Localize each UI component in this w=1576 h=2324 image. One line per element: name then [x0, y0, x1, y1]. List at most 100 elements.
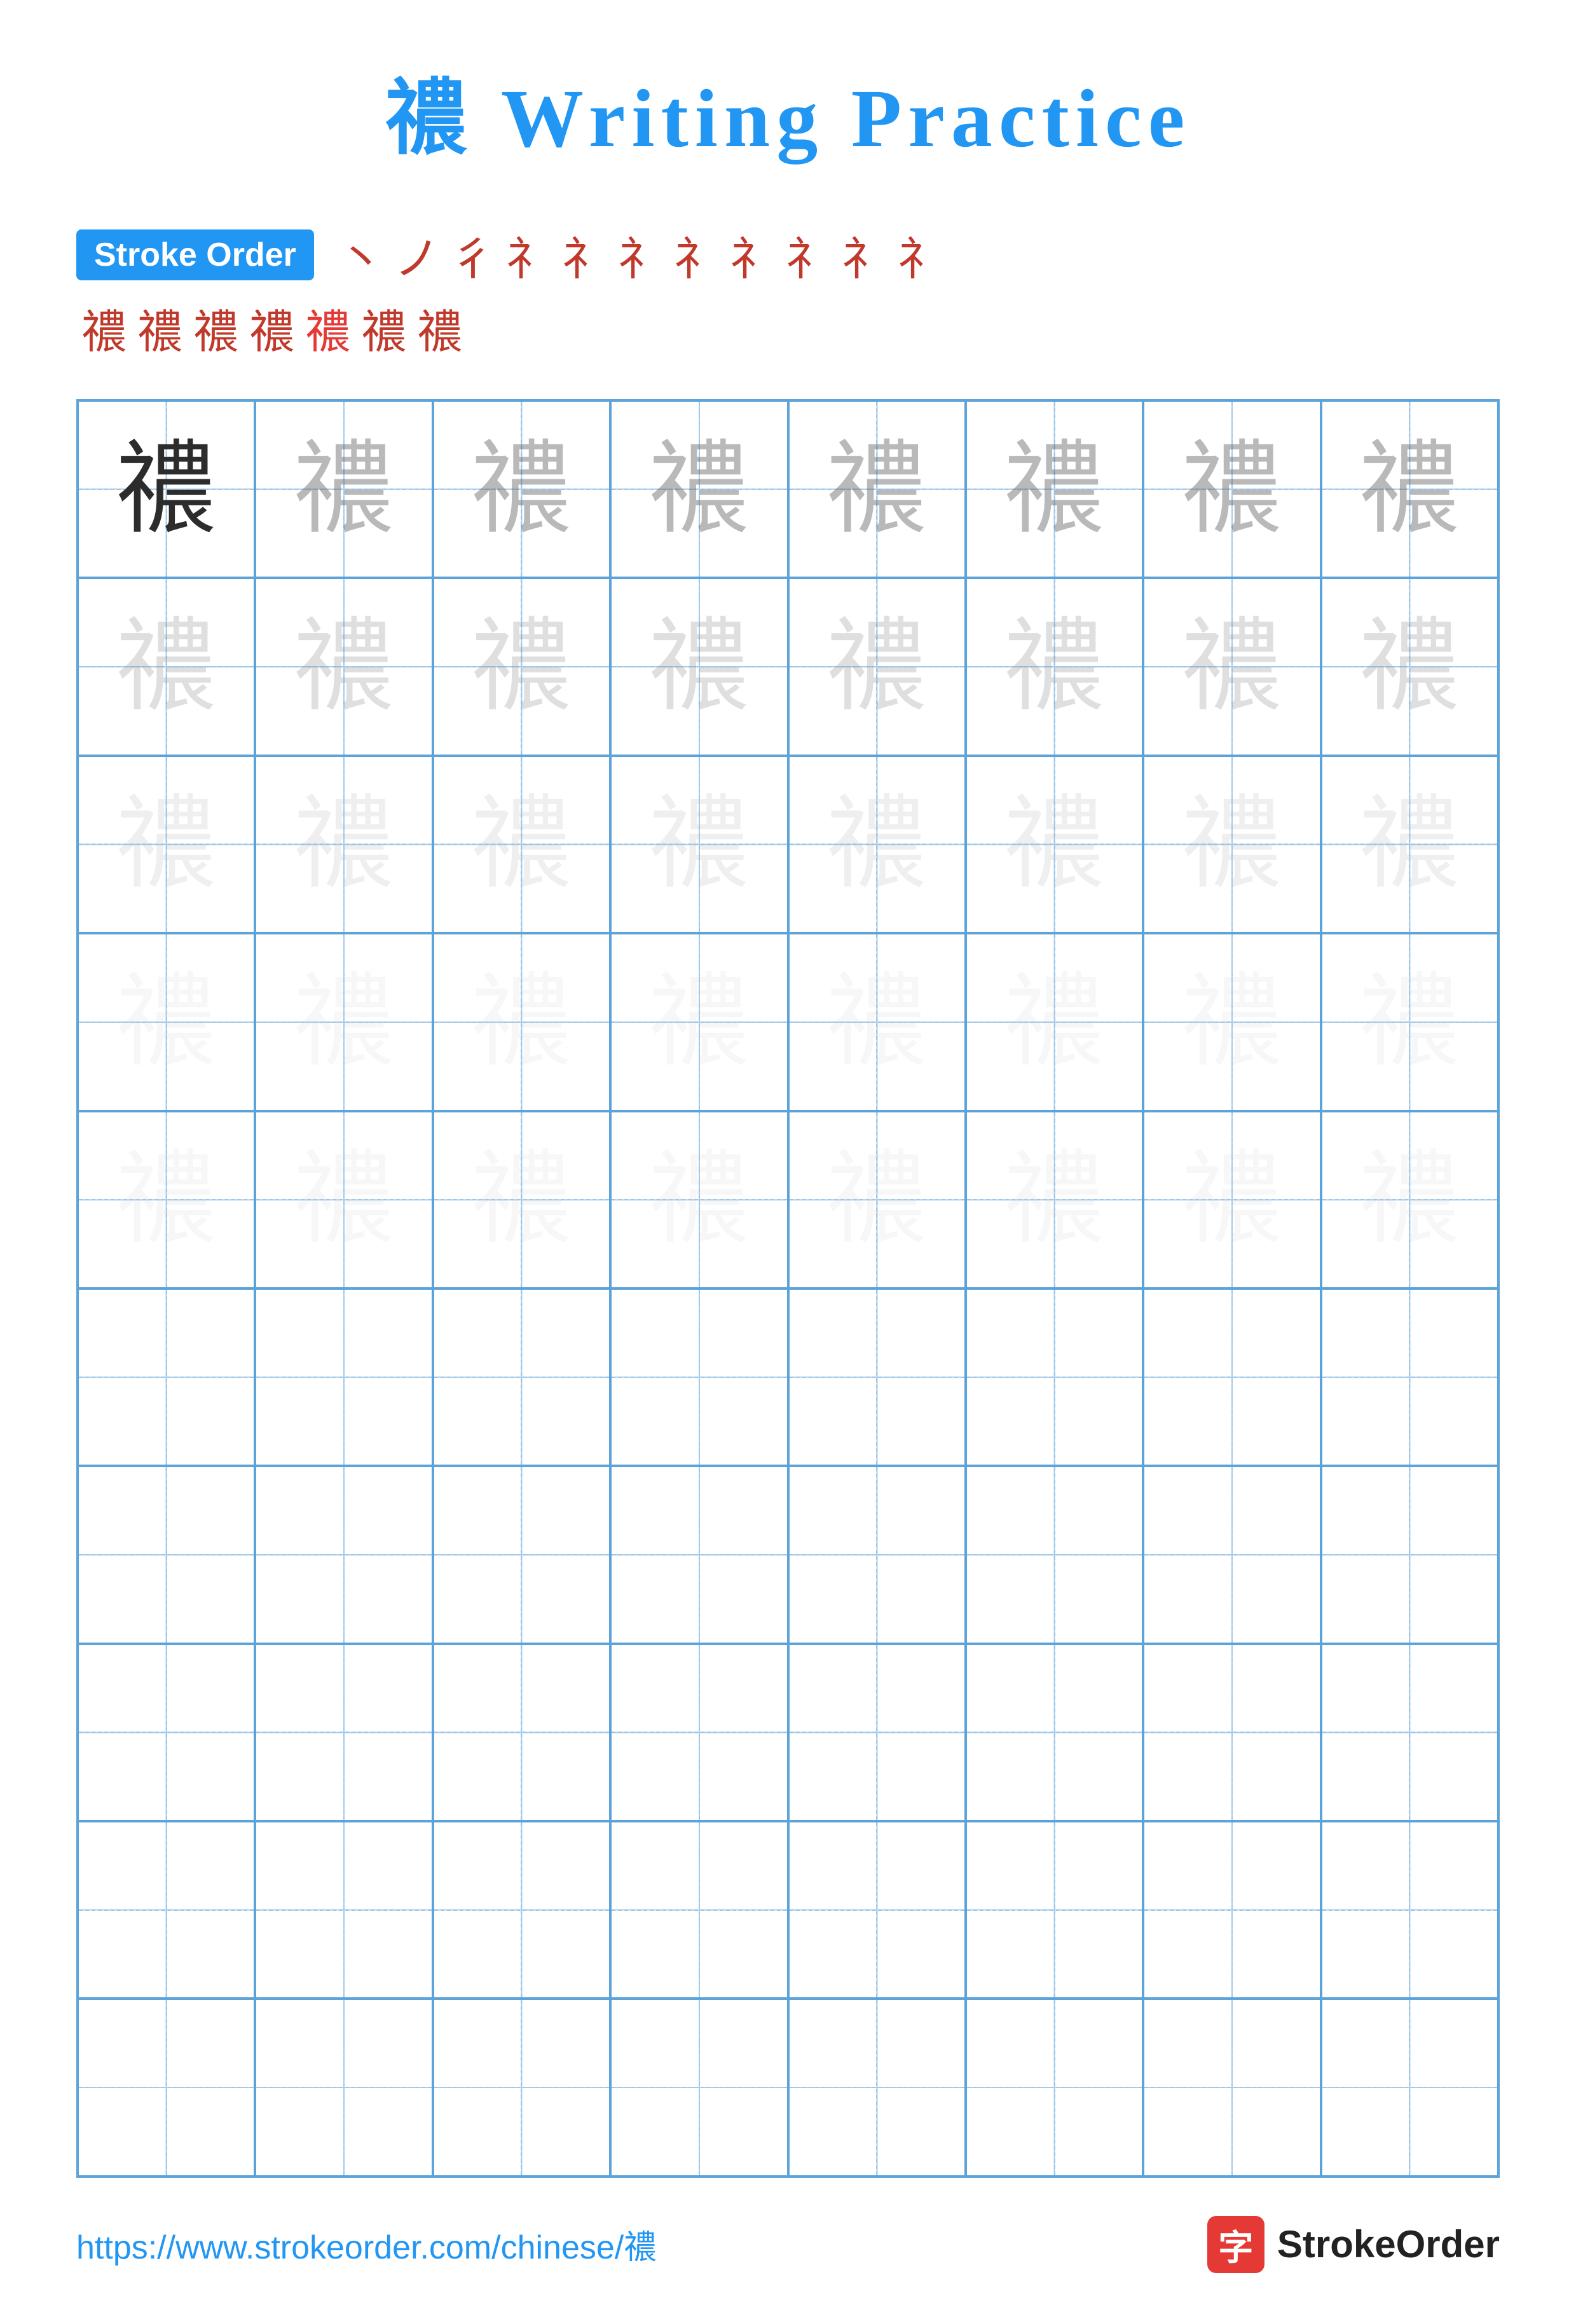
grid-cell[interactable]: 禯	[255, 400, 432, 578]
stroke-char: 礻	[618, 221, 664, 288]
practice-char: 禯	[1004, 439, 1106, 540]
grid-cell[interactable]	[966, 1466, 1143, 1643]
grid-cell[interactable]	[610, 1821, 788, 1999]
grid-cell[interactable]	[966, 1644, 1143, 1821]
grid-cell[interactable]: 禯	[1143, 933, 1320, 1111]
grid-cell[interactable]: 禯	[966, 578, 1143, 755]
grid-cell[interactable]: 禯	[1321, 756, 1498, 933]
grid-cell[interactable]	[788, 1466, 966, 1643]
stroke-char: 禯	[193, 294, 239, 361]
grid-cell[interactable]	[433, 1999, 610, 2176]
grid-cell[interactable]: 禯	[78, 1111, 255, 1288]
grid-cell[interactable]	[1143, 1821, 1320, 1999]
grid-cell[interactable]	[966, 1821, 1143, 1999]
grid-cell[interactable]	[78, 1821, 255, 1999]
practice-char: 禯	[826, 616, 928, 718]
grid-cell[interactable]	[1143, 1466, 1320, 1643]
grid-cell[interactable]: 禯	[966, 933, 1143, 1111]
grid-cell[interactable]	[788, 1644, 966, 1821]
grid-cell[interactable]	[78, 1288, 255, 1466]
grid-cell[interactable]	[255, 1999, 432, 2176]
stroke-char: 礻	[786, 221, 832, 288]
practice-char: 禯	[293, 439, 395, 540]
grid-cell[interactable]: 禯	[1143, 578, 1320, 755]
grid-cell[interactable]: 禯	[610, 933, 788, 1111]
grid-cell[interactable]: 禯	[788, 933, 966, 1111]
grid-cell[interactable]: 禯	[966, 400, 1143, 578]
grid-row	[78, 1466, 1498, 1643]
grid-cell[interactable]	[1143, 1288, 1320, 1466]
grid-cell[interactable]	[1321, 1466, 1498, 1643]
grid-cell[interactable]: 禯	[255, 756, 432, 933]
grid-cell[interactable]	[966, 1999, 1143, 2176]
grid-cell[interactable]	[1321, 1644, 1498, 1821]
grid-cell[interactable]: 禯	[610, 1111, 788, 1288]
grid-cell[interactable]	[255, 1288, 432, 1466]
grid-cell[interactable]: 禯	[78, 400, 255, 578]
practice-char: 禯	[1181, 1149, 1283, 1250]
grid-cell[interactable]: 禯	[433, 756, 610, 933]
stroke-char: 礻	[898, 221, 943, 288]
grid-cell[interactable]: 禯	[433, 400, 610, 578]
grid-cell[interactable]	[433, 1466, 610, 1643]
footer-url[interactable]: https://www.strokeorder.com/chinese/禯	[76, 2220, 657, 2268]
grid-cell[interactable]	[966, 1288, 1143, 1466]
practice-char: 禯	[826, 439, 928, 540]
grid-cell[interactable]: 禯	[788, 578, 966, 755]
grid-cell[interactable]	[1143, 1999, 1320, 2176]
grid-cell[interactable]	[610, 1999, 788, 2176]
grid-cell[interactable]	[78, 1999, 255, 2176]
grid-cell[interactable]: 禯	[1321, 933, 1498, 1111]
grid-cell[interactable]	[610, 1644, 788, 1821]
stroke-order-row1: Stroke Order 丶 ノ 彳 礻 礻 礻 礻 礻 礻 礻 礻	[76, 221, 1500, 288]
grid-cell[interactable]: 禯	[255, 578, 432, 755]
grid-cell[interactable]	[788, 1288, 966, 1466]
grid-cell[interactable]	[1143, 1644, 1320, 1821]
grid-cell[interactable]: 禯	[78, 933, 255, 1111]
grid-cell[interactable]: 禯	[1143, 756, 1320, 933]
grid-cell[interactable]	[78, 1644, 255, 1821]
grid-cell[interactable]	[1321, 1288, 1498, 1466]
grid-cell[interactable]	[255, 1466, 432, 1643]
grid-cell[interactable]	[788, 1821, 966, 1999]
practice-char: 禯	[293, 616, 395, 718]
grid-cell[interactable]: 禯	[1321, 1111, 1498, 1288]
grid-cell[interactable]: 禯	[1321, 578, 1498, 755]
grid-cell[interactable]: 禯	[433, 933, 610, 1111]
practice-char: 禯	[1181, 616, 1283, 718]
page-title: 禯 Writing Practice	[385, 51, 1191, 170]
grid-cell[interactable]	[610, 1288, 788, 1466]
grid-cell[interactable]: 禯	[1321, 400, 1498, 578]
grid-cell[interactable]	[433, 1821, 610, 1999]
grid-cell[interactable]: 禯	[610, 756, 788, 933]
grid-cell[interactable]: 禯	[966, 756, 1143, 933]
grid-cell[interactable]	[1321, 1999, 1498, 2176]
grid-cell[interactable]	[433, 1644, 610, 1821]
practice-char: 禯	[1181, 439, 1283, 540]
grid-cell[interactable]: 禯	[78, 756, 255, 933]
grid-cell[interactable]: 禯	[788, 756, 966, 933]
grid-cell[interactable]: 禯	[78, 578, 255, 755]
grid-cell[interactable]: 禯	[1143, 1111, 1320, 1288]
grid-cell[interactable]: 禯	[788, 400, 966, 578]
grid-cell[interactable]: 禯	[1143, 400, 1320, 578]
grid-cell[interactable]	[1321, 1821, 1498, 1999]
grid-cell[interactable]: 禯	[610, 400, 788, 578]
grid-cell[interactable]	[610, 1466, 788, 1643]
grid-cell[interactable]	[433, 1288, 610, 1466]
grid-cell[interactable]: 禯	[433, 1111, 610, 1288]
grid-cell[interactable]: 禯	[788, 1111, 966, 1288]
grid-cell[interactable]: 禯	[255, 1111, 432, 1288]
grid-cell[interactable]: 禯	[966, 1111, 1143, 1288]
grid-cell[interactable]	[78, 1466, 255, 1643]
stroke-chars-row1: 丶 ノ 彳 礻 礻 礻 礻 礻 礻 礻 礻	[333, 221, 949, 288]
practice-char: 禯	[1181, 971, 1283, 1073]
grid-cell[interactable]: 禯	[433, 578, 610, 755]
grid-cell[interactable]	[788, 1999, 966, 2176]
grid-cell[interactable]: 禯	[610, 578, 788, 755]
grid-cell[interactable]: 禯	[255, 933, 432, 1111]
grid-cell[interactable]	[255, 1821, 432, 1999]
practice-char: 禯	[470, 616, 572, 718]
grid-row: 禯 禯 禯 禯 禯 禯 禯	[78, 578, 1498, 755]
grid-cell[interactable]	[255, 1644, 432, 1821]
